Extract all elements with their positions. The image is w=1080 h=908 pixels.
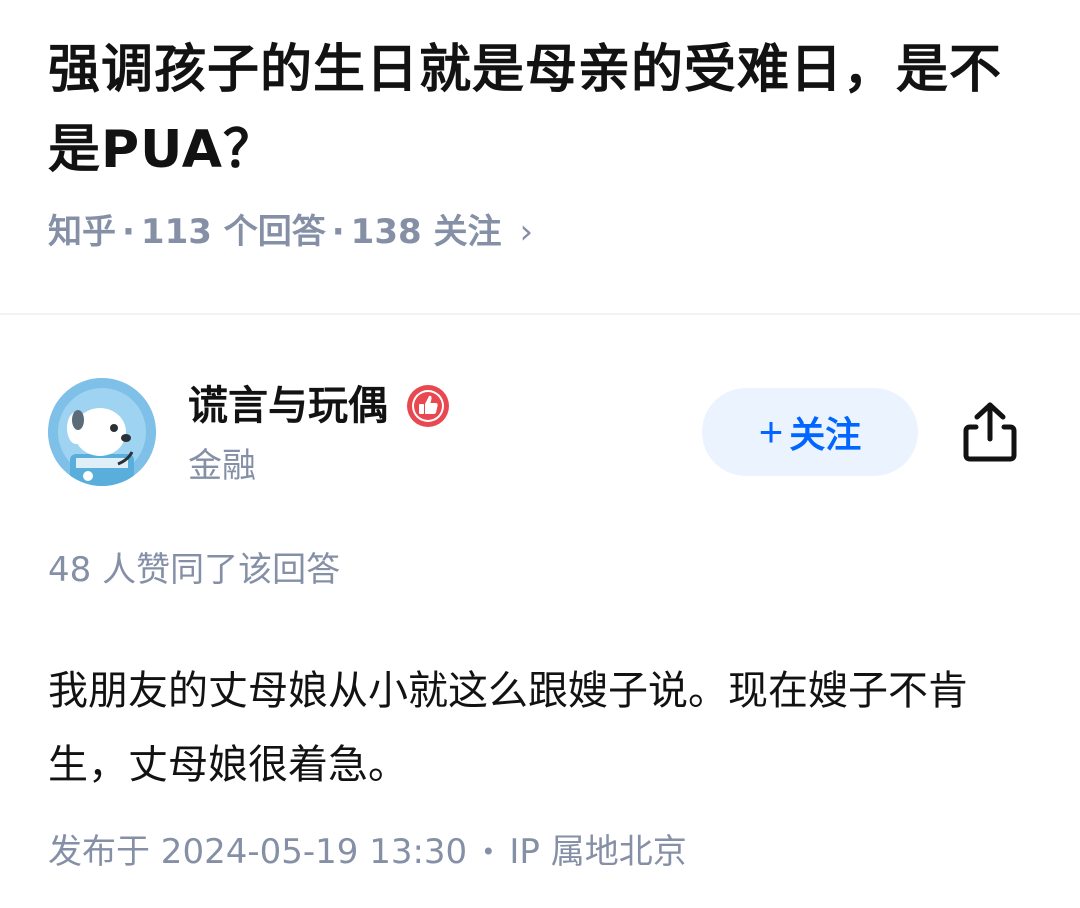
answer-count: 113 个回答 [140, 212, 326, 252]
share-icon [963, 402, 1017, 462]
chevron-right-icon: › [519, 212, 534, 252]
follow-button[interactable]: + 关注 [702, 388, 918, 476]
answer-footer: 发布于 2024-05-19 13:30 • IP 属地北京 [48, 830, 687, 874]
plus-icon: + [758, 408, 784, 455]
ip-location: IP 属地北京 [509, 832, 687, 872]
answer-content[interactable]: 我朋友的丈母娘从小就这么跟嫂子说。现在嫂子不肯生，丈母娘很着急。 [48, 654, 1038, 802]
share-button[interactable] [958, 398, 1022, 466]
section-divider [0, 313, 1080, 315]
question-title[interactable]: 强调孩子的生日就是母亲的受难日，是不是PUA？ [48, 30, 1038, 190]
question-meta[interactable]: 知乎 · 113 个回答 · 138 关注 › [48, 210, 1038, 254]
question-header[interactable]: 强调孩子的生日就是母亲的受难日，是不是PUA？ 知乎 · 113 个回答 · 1… [48, 30, 1038, 254]
follow-label: 关注 [789, 414, 862, 455]
meta-separator: · [122, 212, 135, 252]
source-label: 知乎 [48, 212, 116, 252]
avatar[interactable] [48, 378, 156, 486]
vote-count[interactable]: 48 人赞同了该回答 [48, 548, 340, 592]
author-row: 谎言与玩偶 金融 + 关注 [48, 378, 1038, 488]
publish-time: 发布于 2024-05-19 13:30 [48, 832, 468, 872]
meta-dot: • [481, 838, 496, 866]
answer-page: 强调孩子的生日就是母亲的受难日，是不是PUA？ 知乎 · 113 个回答 · 1… [0, 0, 1080, 908]
author-tag: 金融 [188, 446, 256, 486]
author-name[interactable]: 谎言与玩偶 [188, 378, 388, 434]
follower-count: 138 关注 [350, 212, 502, 252]
thumbs-up-badge-icon [406, 384, 450, 428]
dog-astronaut-avatar-icon [48, 378, 156, 486]
meta-separator: · [331, 212, 345, 252]
author-name-row[interactable]: 谎言与玩偶 [188, 378, 450, 434]
